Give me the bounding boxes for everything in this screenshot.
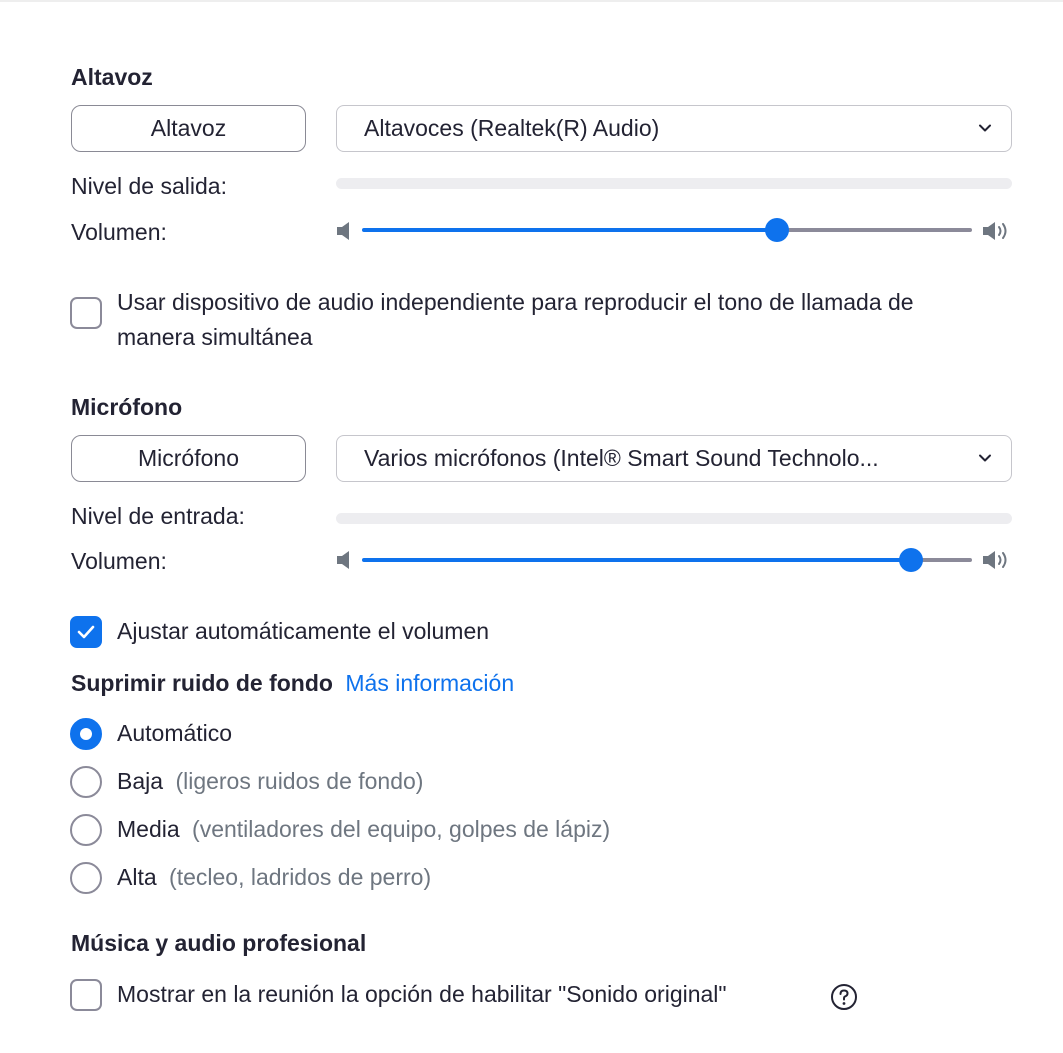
microphone-volume-thumb[interactable] <box>899 548 923 572</box>
speaker-volume-thumb[interactable] <box>764 218 789 242</box>
noise-option-high[interactable]: Alta (tecleo, ladridos de perro) <box>117 864 431 891</box>
output-level-label: Nivel de salida: <box>71 173 227 199</box>
speaker-device-value: Altavoces (Realtek(R) Audio) <box>364 115 660 141</box>
noise-suppression-header: Suprimir ruido de fondo Más información <box>71 670 514 697</box>
microphone-device-select[interactable]: Varios micrófonos (Intel® Smart Sound Te… <box>336 435 1012 482</box>
test-speaker-button[interactable]: Altavoz <box>71 105 306 152</box>
auto-adjust-volume-checkbox[interactable] <box>70 616 102 648</box>
noise-option-medium-radio[interactable] <box>70 814 102 846</box>
speaker-mute-icon <box>337 222 349 240</box>
top-divider <box>0 0 1063 2</box>
noise-option-hint: (ligeros ruidos de fondo) <box>175 768 424 794</box>
speaker-loud-icon <box>983 551 1007 569</box>
noise-option-label: Alta <box>117 864 157 890</box>
output-level-meter <box>336 178 1012 189</box>
checkmark-icon <box>77 625 95 639</box>
microphone-volume-label: Volumen: <box>71 548 167 574</box>
noise-option-label: Baja <box>117 768 164 794</box>
noise-option-auto-radio[interactable] <box>70 718 102 750</box>
noise-option-low[interactable]: Baja (ligeros ruidos de fondo) <box>117 768 423 795</box>
noise-option-label: Media <box>117 816 180 842</box>
separate-device-checkbox[interactable] <box>70 297 102 329</box>
noise-option-hint: (tecleo, ladridos de perro) <box>169 864 432 890</box>
noise-option-auto[interactable]: Automático <box>117 720 232 747</box>
music-section-title: Música y audio profesional <box>71 930 367 956</box>
microphone-volume-fill <box>362 558 911 562</box>
microphone-section-title: Micrófono <box>71 394 183 420</box>
speaker-volume-fill <box>362 228 777 232</box>
help-icon[interactable] <box>830 983 858 1011</box>
original-sound-checkbox[interactable] <box>70 979 102 1011</box>
noise-option-low-radio[interactable] <box>70 766 102 798</box>
speaker-section-title: Altavoz <box>71 64 153 90</box>
speaker-volume-label: Volumen: <box>71 219 167 245</box>
learn-more-link[interactable]: Más información <box>345 670 514 696</box>
separate-device-label[interactable]: Usar dispositivo de audio independiente … <box>117 285 1037 355</box>
microphone-device-value: Varios micrófonos (Intel® Smart Sound Te… <box>364 445 879 471</box>
speaker-device-select[interactable]: Altavoces (Realtek(R) Audio) <box>336 105 1012 152</box>
separate-device-label-line1: Usar dispositivo de audio independiente … <box>117 289 914 315</box>
speaker-loud-icon <box>983 222 1007 240</box>
input-level-label: Nivel de entrada: <box>71 503 245 529</box>
speaker-mute-icon <box>337 551 349 569</box>
noise-option-high-radio[interactable] <box>70 862 102 894</box>
original-sound-label[interactable]: Mostrar en la reunión la opción de habil… <box>117 981 727 1008</box>
chevron-down-icon <box>979 454 991 462</box>
test-microphone-button[interactable]: Micrófono <box>71 435 306 482</box>
chevron-down-icon <box>979 124 991 132</box>
noise-suppression-title: Suprimir ruido de fondo <box>71 670 333 696</box>
noise-option-medium[interactable]: Media (ventiladores del equipo, golpes d… <box>117 816 610 843</box>
separate-device-label-line2: manera simultánea <box>117 324 313 350</box>
input-level-meter <box>336 513 1012 524</box>
auto-adjust-volume-label[interactable]: Ajustar automáticamente el volumen <box>117 618 489 645</box>
speaker-volume-track <box>776 228 972 232</box>
noise-option-hint: (ventiladores del equipo, golpes de lápi… <box>192 816 611 842</box>
noise-option-label: Automático <box>117 720 233 746</box>
